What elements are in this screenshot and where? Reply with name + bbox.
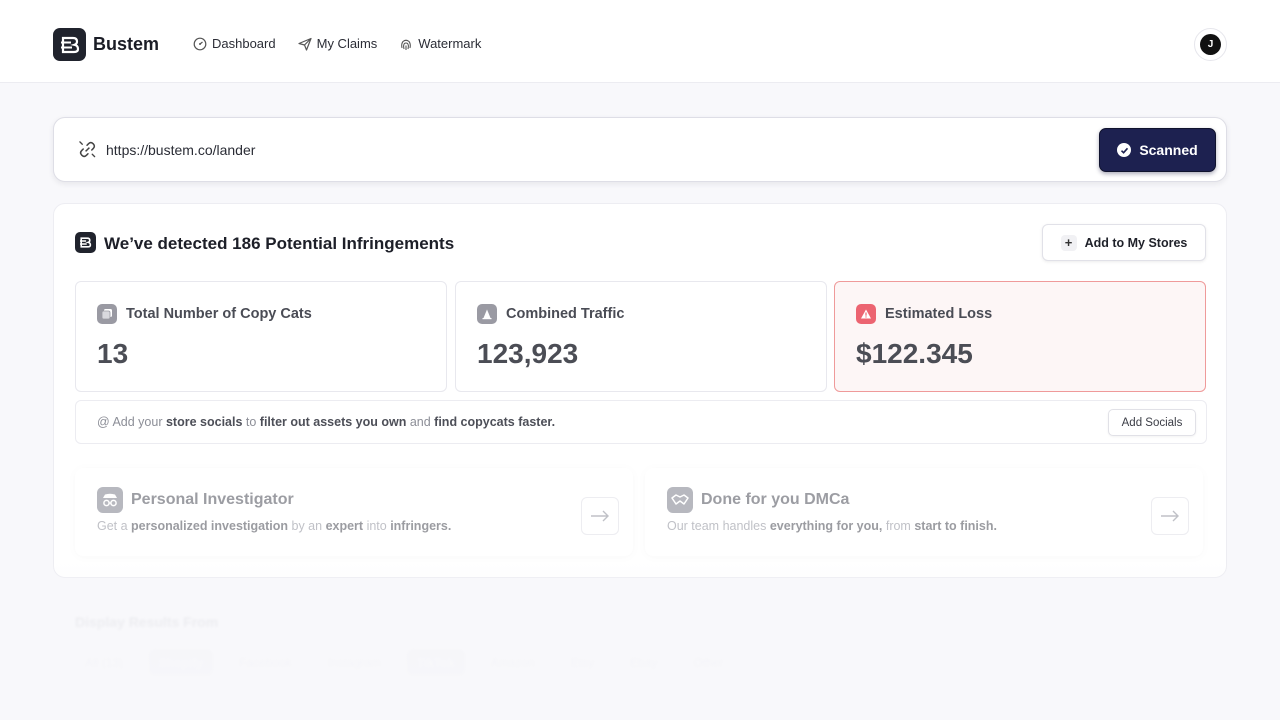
filter-other[interactable]: Other (683, 650, 733, 676)
fingerprint-icon (401, 39, 412, 50)
socials-text-3: and (406, 415, 435, 429)
socials-banner: @ Add your store socials to filter out a… (75, 400, 1207, 444)
promo-done-for-you-dmca[interactable]: Done for you DMCa Our team handles every… (645, 468, 1203, 556)
promo-investigator-desc: Get a personalized investigation by an e… (97, 519, 451, 533)
brand-name[interactable]: Bustem (93, 34, 159, 55)
promo-dmca-desc: Our team handles everything for you, fro… (667, 519, 997, 533)
stat-estimated-loss-value: $122.345 (856, 338, 973, 369)
filter-tiktok[interactable]: TikTok (407, 650, 465, 676)
stat-copy-cats: Total Number of Copy Cats 13 (75, 281, 447, 392)
copy-icon (97, 304, 117, 324)
promo-2-text-1: Our team handles (667, 519, 770, 533)
promo-1-text-1: Get a (97, 519, 132, 533)
promo-1-text-3: into (363, 519, 391, 533)
promo-1-text-2: by an (288, 519, 326, 533)
promo-dmca-title: Done for you DMCa (701, 491, 850, 508)
add-to-my-stores-label: Add to My Stores (1084, 235, 1188, 250)
promo-2-bold-1: everything for you, (769, 519, 883, 533)
scanned-button-label: Scanned (1139, 142, 1198, 158)
nav-dashboard-label: Dashboard (212, 36, 276, 51)
filter-all[interactable]: All (13) (75, 650, 133, 676)
results-section: Display Results From All (13) Shopify Fa… (53, 590, 1227, 720)
spy-icon (97, 487, 123, 513)
url-input[interactable]: https://bustem.co/lander (106, 142, 255, 158)
nav-watermark[interactable]: Watermark (399, 36, 481, 51)
warning-icon (856, 304, 876, 324)
socials-text-1: @ Add your (97, 415, 166, 429)
paper-plane-icon (298, 37, 312, 51)
add-socials-button[interactable]: Add Socials (1108, 409, 1196, 436)
filter-ebay[interactable]: Ebay (620, 650, 667, 676)
promo-1-bold-1: personalized investigation (131, 519, 289, 533)
link-icon (79, 141, 96, 158)
stat-combined-traffic: Combined Traffic 123,923 (455, 281, 827, 392)
dashboard-icon (193, 37, 207, 50)
stat-combined-traffic-label: Combined Traffic (506, 306, 625, 322)
socials-bold-2: filter out assets you own (259, 415, 407, 429)
stat-estimated-loss: Estimated Loss $122.345 (834, 281, 1206, 392)
infringements-title: We’ve detected 186 Potential Infringemen… (104, 234, 455, 253)
display-results-label: Display Results From (75, 614, 219, 630)
socials-text-2: to (242, 415, 260, 429)
traffic-cone-icon (477, 304, 497, 324)
filter-instagram[interactable]: Instagram (318, 650, 391, 676)
nav-my-claims-label: My Claims (316, 36, 378, 51)
handshake-icon (667, 487, 693, 513)
bustem-logo-icon[interactable] (53, 28, 86, 61)
stat-combined-traffic-value: 123,923 (477, 338, 579, 369)
nav-dashboard[interactable]: Dashboard (193, 36, 276, 51)
plus-icon: + (1060, 234, 1077, 251)
infringements-card: We’ve detected 186 Potential Infringemen… (53, 203, 1227, 578)
stat-copy-cats-label: Total Number of Copy Cats (126, 306, 312, 322)
check-circle-icon (1117, 143, 1132, 157)
user-avatar[interactable]: J (1194, 28, 1227, 61)
promo-investigator-title: Personal Investigator (131, 491, 294, 508)
filter-etsy[interactable]: Etsy (561, 650, 604, 676)
arrow-right-icon[interactable] (1151, 497, 1189, 535)
socials-bold-3: find copycats faster. (434, 415, 556, 429)
socials-message: @ Add your store socials to filter out a… (97, 415, 555, 429)
filter-amazon[interactable]: Amazon (481, 650, 545, 676)
top-header: Bustem Dashboard My Claims Watermark J (0, 0, 1280, 83)
bustem-logo-small-icon (75, 232, 96, 253)
socials-bold-1: store socials (165, 415, 243, 429)
main-nav: Dashboard My Claims Watermark (193, 36, 481, 51)
promo-2-bold-2: start to finish. (914, 519, 997, 533)
filter-facebook[interactable]: Facebook (229, 650, 302, 676)
stat-estimated-loss-label: Estimated Loss (885, 306, 993, 322)
url-scan-bar: https://bustem.co/lander Scanned (53, 117, 1227, 182)
promo-1-bold-2: expert (325, 519, 364, 533)
avatar-initial: J (1200, 34, 1221, 55)
nav-watermark-label: Watermark (418, 36, 482, 51)
filter-shopify[interactable]: Shopify (149, 650, 214, 676)
promo-1-bold-3: infringers. (390, 519, 452, 533)
stat-copy-cats-value: 13 (97, 338, 129, 369)
scanned-button[interactable]: Scanned (1099, 128, 1216, 172)
nav-my-claims[interactable]: My Claims (298, 36, 378, 51)
arrow-right-icon[interactable] (581, 497, 619, 535)
results-filters: All (13) Shopify Facebook Instagram TikT… (75, 650, 733, 676)
promo-2-text-2: from (882, 519, 915, 533)
add-to-my-stores-button[interactable]: + Add to My Stores (1042, 224, 1206, 261)
promo-personal-investigator[interactable]: Personal Investigator Get a personalized… (75, 468, 633, 556)
